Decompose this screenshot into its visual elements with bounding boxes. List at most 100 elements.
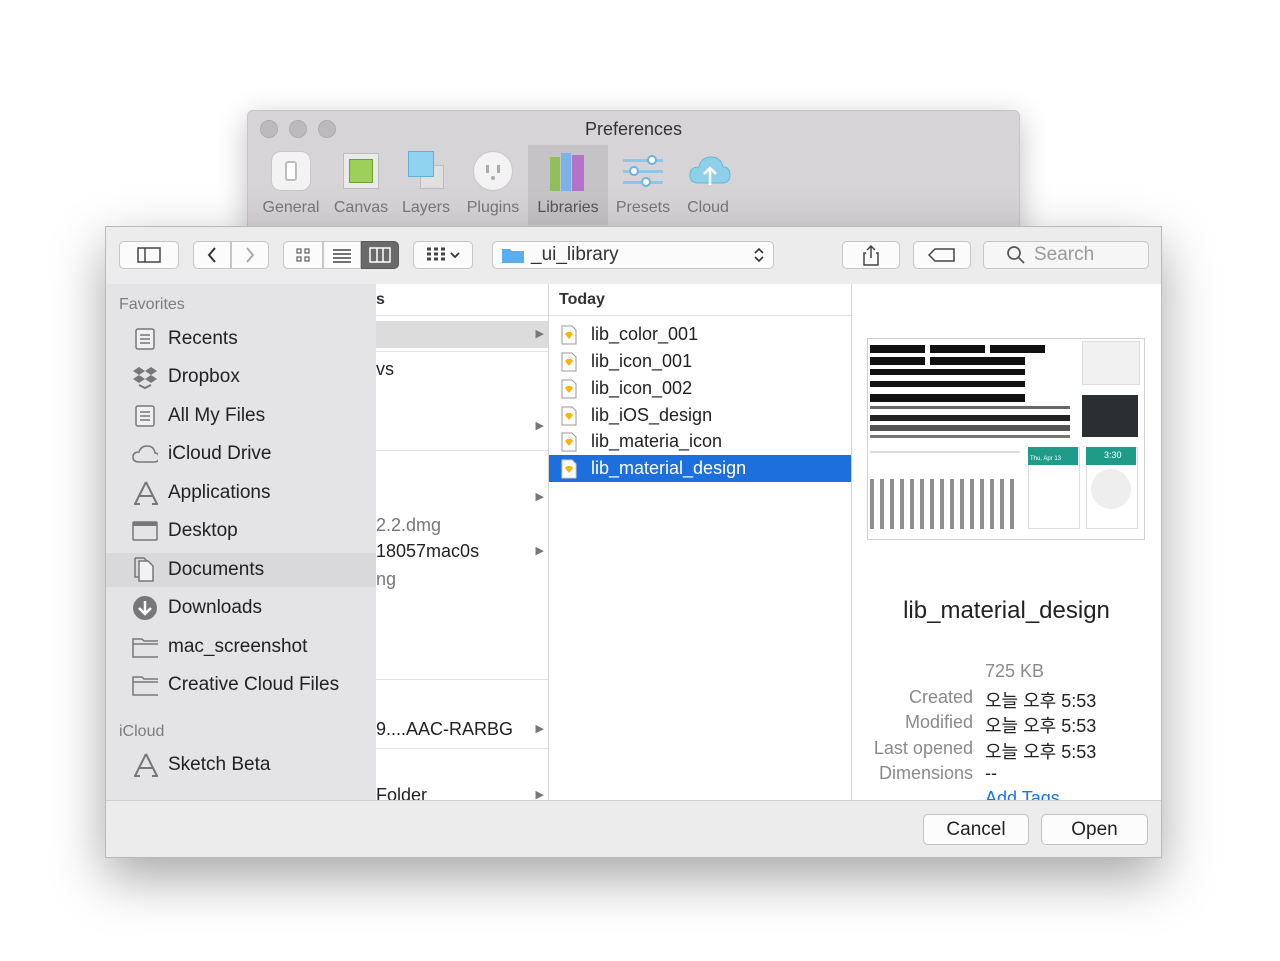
- sketch-file-icon: [561, 379, 577, 398]
- location-label: _ui_library: [531, 244, 619, 265]
- desktop-icon: [132, 518, 158, 544]
- column-row[interactable]: ▶: [376, 484, 548, 511]
- tab-libraries[interactable]: Libraries: [528, 145, 608, 225]
- column-row[interactable]: 9....AAC-RARBG ▶: [376, 716, 548, 743]
- search-placeholder: Search: [1034, 244, 1095, 265]
- tab-presets[interactable]: Presets: [610, 145, 676, 225]
- sidebar-item-sketch-beta[interactable]: Sketch Beta: [106, 748, 376, 782]
- created-label: Created: [908, 687, 973, 707]
- all-files-icon: [132, 403, 158, 429]
- downloads-icon: [132, 595, 158, 621]
- back-button[interactable]: [193, 241, 231, 269]
- column-row[interactable]: ▶: [376, 321, 548, 348]
- folder-icon: [502, 249, 524, 263]
- applications-icon: [132, 480, 158, 506]
- disclosure-arrow-icon: ▶: [535, 491, 544, 503]
- columns-icon: [369, 247, 391, 263]
- modified-value: 오늘 오후 5:53: [985, 716, 1097, 736]
- thumb-time: 3:30: [1104, 450, 1122, 460]
- group-by-button[interactable]: [413, 241, 473, 269]
- created-value: 오늘 오후 5:53: [985, 691, 1097, 711]
- sidebar-icon: [137, 247, 161, 263]
- browser-column-files: Today lib_color_001 lib_icon_001 lib_ico…: [549, 284, 852, 800]
- file-row[interactable]: lib_iOS_design: [549, 402, 851, 429]
- canvas-icon: [341, 151, 381, 191]
- preview-filename: lib_material_design: [903, 597, 1110, 624]
- applications-icon: [132, 752, 158, 778]
- sidebar-item-icloud-drive[interactable]: iCloud Drive: [106, 437, 376, 471]
- file-row[interactable]: lib_icon_001: [549, 348, 851, 375]
- sidebar-section-icloud: iCloud: [119, 723, 165, 740]
- preferences-title: Preferences: [584, 119, 683, 139]
- add-tags-link[interactable]: Add Tags...: [985, 788, 1075, 800]
- folder-icon: [132, 634, 158, 660]
- layers-icon: [406, 151, 446, 191]
- sidebar-toggle-button[interactable]: [119, 241, 179, 269]
- tab-general[interactable]: General: [256, 145, 326, 225]
- tab-label: Presets: [615, 199, 671, 216]
- grid-icon: [296, 248, 310, 262]
- sidebar-item-mac-screenshot[interactable]: mac_screenshot: [106, 630, 376, 664]
- sidebar-item-label: Recents: [168, 328, 238, 349]
- location-popup[interactable]: _ui_library: [492, 241, 774, 269]
- file-row-selected[interactable]: lib_material_design: [549, 455, 851, 482]
- disclosure-arrow-icon: ▶: [535, 545, 544, 557]
- column-row[interactable]: 2.2.dmg: [376, 512, 548, 539]
- sidebar-item-label: Documents: [168, 559, 265, 580]
- file-row[interactable]: lib_icon_002: [549, 375, 851, 402]
- sidebar-item-label: Desktop: [168, 520, 238, 541]
- sidebar-item-label: Creative Cloud Files: [168, 674, 340, 695]
- sidebar-item-dropbox[interactable]: Dropbox: [106, 360, 376, 394]
- open-button[interactable]: Open: [1041, 814, 1148, 845]
- sidebar-item-downloads[interactable]: Downloads: [106, 591, 376, 625]
- column-view-button[interactable]: [361, 241, 399, 269]
- share-button[interactable]: [842, 241, 900, 269]
- switch-icon: [271, 151, 311, 191]
- column-row[interactable]: 18057mac0s ▶: [376, 538, 548, 565]
- column-row[interactable]: ng: [376, 566, 548, 593]
- tab-plugins[interactable]: Plugins: [460, 145, 526, 225]
- sidebar-item-desktop[interactable]: Desktop: [106, 514, 376, 548]
- search-input[interactable]: Search: [983, 241, 1149, 269]
- disclosure-arrow-icon: ▶: [535, 723, 544, 735]
- last-opened-value: 오늘 오후 5:53: [985, 742, 1097, 762]
- sketch-file-icon: [561, 459, 577, 478]
- documents-icon: [132, 557, 158, 583]
- tab-cloud[interactable]: Cloud: [678, 145, 738, 225]
- sketch-file-icon: [561, 325, 577, 344]
- last-opened-label: Last opened: [873, 738, 973, 758]
- preview-pane: Thu, Apr 13 3:30 lib_material_design 725…: [852, 284, 1161, 800]
- tab-canvas[interactable]: Canvas: [326, 145, 396, 225]
- file-row[interactable]: lib_materia_icon: [549, 428, 851, 455]
- column-header: s: [376, 284, 548, 316]
- sidebar-item-documents[interactable]: Documents: [106, 553, 376, 587]
- tag-icon: [928, 248, 955, 262]
- open-file-dialog: _ui_library Search Favorites Recents Dro…: [105, 226, 1162, 858]
- preview-size: 725 KB: [985, 661, 1045, 681]
- recents-icon: [132, 326, 158, 352]
- list-view-button[interactable]: [323, 241, 361, 269]
- cloud-upload-icon: [688, 151, 731, 191]
- sidebar-item-creative-cloud-files[interactable]: Creative Cloud Files: [106, 668, 376, 702]
- thumb-date: Thu, Apr 13: [1030, 456, 1062, 462]
- dropbox-icon: [132, 364, 158, 390]
- updown-chevron-icon: [754, 247, 764, 263]
- column-row[interactable]: ▶: [376, 413, 548, 440]
- sidebar-item-applications[interactable]: Applications: [106, 476, 376, 510]
- sidebar-item-recents[interactable]: Recents: [106, 322, 376, 356]
- plugin-outlet-icon: [473, 151, 513, 191]
- sidebar-item-all-my-files[interactable]: All My Files: [106, 399, 376, 433]
- dimensions-label: Dimensions: [878, 763, 973, 783]
- tags-button[interactable]: [913, 241, 971, 269]
- dialog-button-bar: Cancel Open: [106, 800, 1161, 857]
- sidebar-item-label: Dropbox: [168, 366, 240, 387]
- cancel-button[interactable]: Cancel: [923, 814, 1029, 845]
- forward-button[interactable]: [231, 241, 269, 269]
- tab-label: Plugins: [466, 199, 520, 216]
- browser-column-parent: s ▶ vs ▶ ▶ 2.2.dmg 18057mac0s ▶ ng 9....A…: [376, 284, 549, 805]
- column-row[interactable]: vs: [376, 356, 548, 383]
- books-icon: [548, 151, 588, 191]
- file-row[interactable]: lib_color_001: [549, 321, 851, 348]
- tab-layers[interactable]: Layers: [396, 145, 456, 225]
- icon-view-button[interactable]: [283, 241, 323, 269]
